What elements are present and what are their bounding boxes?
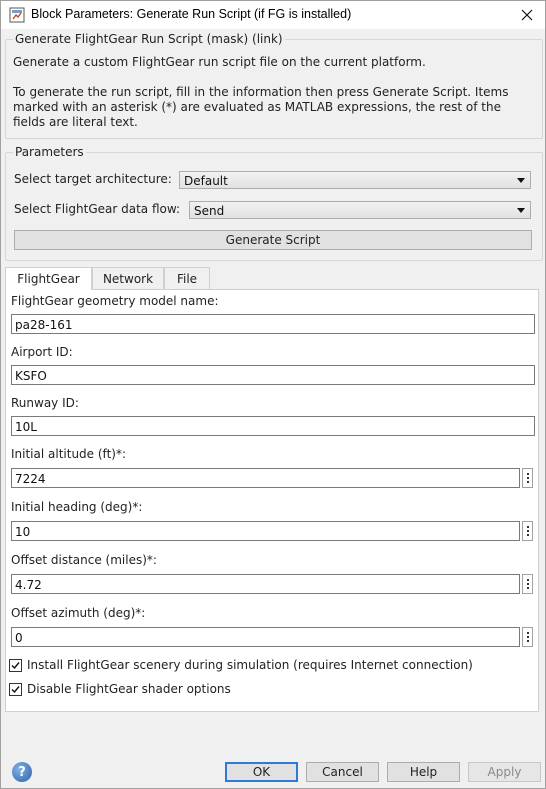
airport-id-label: Airport ID:: [11, 345, 73, 359]
tab-flightgear[interactable]: FlightGear: [5, 267, 92, 290]
apply-button[interactable]: Apply: [468, 762, 541, 782]
simulink-block-icon: [9, 7, 25, 23]
mask-description-2-line3: fields are literal text.: [13, 115, 138, 129]
help-question-icon[interactable]: ?: [12, 762, 32, 782]
offset-distance-options-icon[interactable]: [522, 574, 533, 594]
dataflow-value: Send: [194, 204, 225, 218]
target-architecture-label: Select target architecture:: [14, 172, 172, 186]
install-scenery-checkbox[interactable]: [9, 659, 22, 672]
mask-description-1: Generate a custom FlightGear run script …: [13, 55, 426, 69]
offset-distance-input[interactable]: 4.72: [11, 574, 520, 594]
initial-altitude-value: 7224: [15, 472, 46, 486]
disable-shader-label: Disable FlightGear shader options: [27, 682, 231, 696]
geometry-model-input[interactable]: pa28-161: [11, 314, 535, 334]
geometry-model-value: pa28-161: [15, 318, 73, 332]
offset-distance-label: Offset distance (miles)*:: [11, 553, 157, 567]
target-architecture-select[interactable]: Default: [179, 171, 531, 189]
install-scenery-label: Install FlightGear scenery during simula…: [27, 658, 473, 672]
tab-network[interactable]: Network: [92, 267, 164, 289]
checkmark-icon: [11, 686, 20, 694]
initial-heading-label: Initial heading (deg)*:: [11, 500, 143, 514]
offset-azimuth-label: Offset azimuth (deg)*:: [11, 606, 146, 620]
runway-id-value: 10L: [15, 420, 37, 434]
checkmark-icon: [11, 662, 20, 670]
initial-heading-input[interactable]: 10: [11, 521, 520, 541]
mask-description-2-line1: To generate the run script, fill in the …: [13, 85, 509, 99]
tab-bar: FlightGear Network File: [5, 267, 545, 290]
offset-azimuth-options-icon[interactable]: [522, 627, 533, 647]
initial-altitude-label: Initial altitude (ft)*:: [11, 447, 126, 461]
dataflow-label: Select FlightGear data flow:: [14, 202, 181, 216]
title-bar[interactable]: Block Parameters: Generate Run Script (i…: [1, 1, 545, 29]
close-icon: [521, 9, 533, 21]
runway-id-label: Runway ID:: [11, 396, 79, 410]
initial-heading-value: 10: [15, 525, 31, 539]
dropdown-arrow-icon: [517, 208, 525, 213]
block-parameters-dialog: Block Parameters: Generate Run Script (i…: [0, 0, 546, 789]
offset-azimuth-value: 0: [15, 631, 23, 645]
tab-file[interactable]: File: [164, 267, 210, 289]
cancel-button[interactable]: Cancel: [306, 762, 379, 782]
ok-button[interactable]: OK: [225, 762, 298, 782]
disable-shader-checkbox[interactable]: [9, 683, 22, 696]
generate-script-button[interactable]: Generate Script: [14, 230, 532, 250]
initial-altitude-options-icon[interactable]: [522, 468, 533, 488]
close-button[interactable]: [509, 1, 545, 29]
runway-id-input[interactable]: 10L: [11, 416, 535, 436]
window-title: Block Parameters: Generate Run Script (i…: [31, 7, 352, 21]
airport-id-input[interactable]: KSFO: [11, 365, 535, 385]
parameters-legend: Parameters: [13, 145, 86, 159]
airport-id-value: KSFO: [15, 369, 47, 383]
offset-distance-value: 4.72: [15, 578, 42, 592]
mask-description-2-line2: marked with an asterisk (*) are evaluate…: [13, 100, 501, 114]
geometry-model-label: FlightGear geometry model name:: [11, 294, 219, 308]
mask-heading: Generate FlightGear Run Script (mask) (l…: [13, 32, 285, 46]
dataflow-select[interactable]: Send: [189, 201, 531, 219]
help-button[interactable]: Help: [387, 762, 460, 782]
offset-azimuth-input[interactable]: 0: [11, 627, 520, 647]
flightgear-tab-panel: FlightGear geometry model name: pa28-161…: [5, 289, 539, 712]
initial-heading-options-icon[interactable]: [522, 521, 533, 541]
dropdown-arrow-icon: [517, 178, 525, 183]
initial-altitude-input[interactable]: 7224: [11, 468, 520, 488]
target-architecture-value: Default: [184, 174, 228, 188]
